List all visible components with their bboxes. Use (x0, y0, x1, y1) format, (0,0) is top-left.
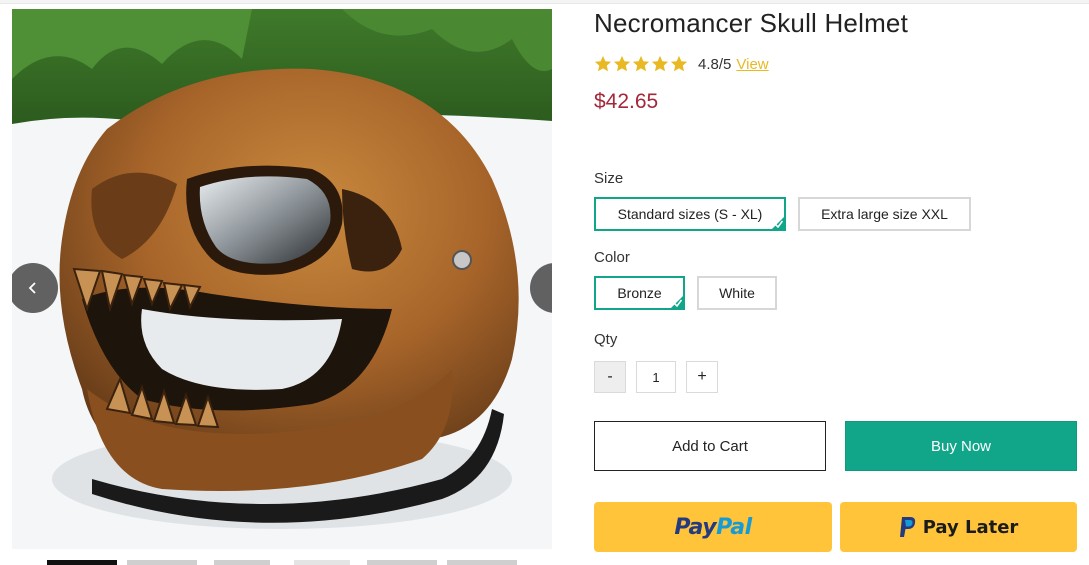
size-option-standard[interactable]: Standard sizes (S - XL) (594, 197, 786, 231)
color-label: Color (594, 249, 630, 266)
thumbnail[interactable] (214, 560, 270, 565)
pay-later-label: Pay Later (922, 516, 1019, 538)
size-option-label: Extra large size XXL (821, 206, 948, 222)
thumbnail[interactable] (47, 560, 117, 565)
paypal-p-icon (899, 517, 915, 537)
qty-decrease-button[interactable]: - (594, 361, 626, 393)
rating-stars (594, 55, 688, 73)
helmet-photo (12, 9, 552, 549)
product-price: $42.65 (594, 90, 659, 113)
chevron-left-icon (28, 282, 36, 294)
buy-now-button[interactable]: Buy Now (845, 421, 1077, 471)
size-label: Size (594, 170, 624, 187)
rating-score: 4.8/5 (698, 55, 732, 73)
qty-label: Qty (594, 331, 618, 348)
thumbnail[interactable] (127, 560, 197, 565)
paypal-button[interactable]: PayPal (594, 502, 832, 552)
qty-increase-button[interactable]: + (686, 361, 718, 393)
star-icon (670, 55, 688, 72)
size-option-label: Standard sizes (S - XL) (617, 206, 763, 222)
thumbnail-strip (12, 560, 552, 565)
star-icon (594, 55, 612, 72)
star-icon (613, 55, 631, 72)
checkmark-icon (674, 299, 682, 307)
thumbnail[interactable] (294, 560, 350, 565)
product-title: Necromancer Skull Helmet (594, 8, 909, 38)
qty-input[interactable] (636, 361, 676, 393)
thumbnail[interactable] (367, 560, 437, 565)
star-icon (651, 55, 669, 72)
add-to-cart-button[interactable]: Add to Cart (594, 421, 826, 471)
view-reviews-link[interactable]: View (736, 56, 768, 73)
rating: 4.8/5 View (594, 54, 769, 74)
thumbnail[interactable] (447, 560, 517, 565)
product-image[interactable] (12, 9, 552, 549)
pay-later-content: Pay Later (899, 516, 1019, 538)
checkmark-icon (775, 220, 783, 228)
chevron-right-icon (548, 281, 552, 295)
color-option-white[interactable]: White (697, 276, 777, 310)
color-option-label: Bronze (617, 285, 662, 301)
paypal-logo: PayPal (674, 514, 752, 540)
color-option-bronze[interactable]: Bronze (594, 276, 685, 310)
color-option-label: White (719, 285, 755, 301)
size-option-xxl[interactable]: Extra large size XXL (798, 197, 971, 231)
paypal-pay-later-button[interactable]: Pay Later (840, 502, 1077, 552)
header-bar (0, 0, 1089, 4)
star-icon (632, 55, 650, 72)
